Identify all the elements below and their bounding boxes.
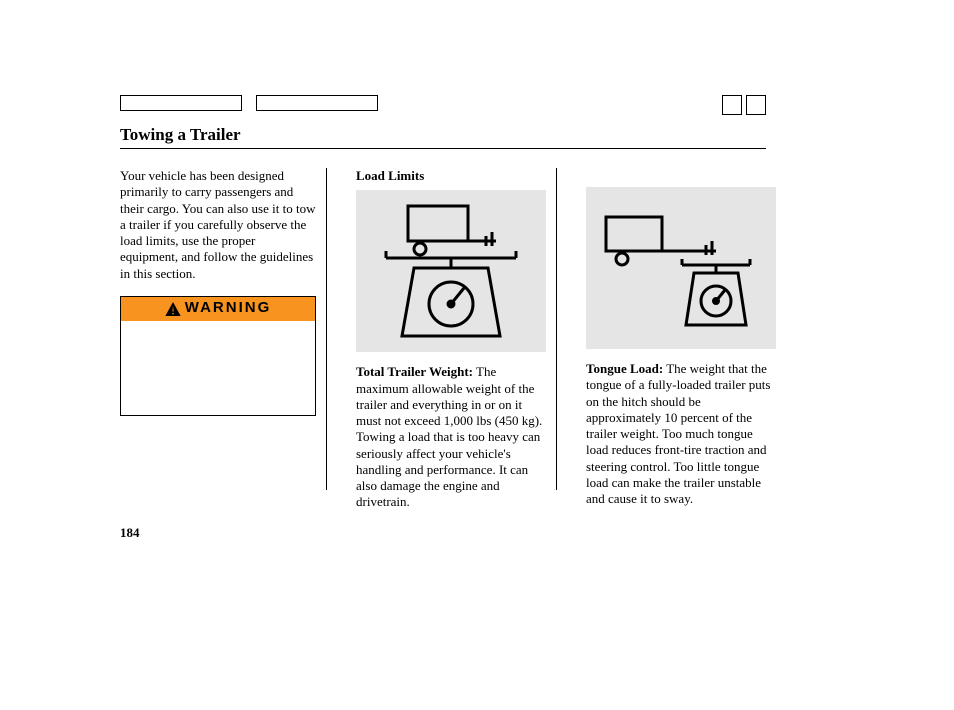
tongue-load-figure	[586, 187, 776, 349]
scale-tongue-icon	[586, 193, 776, 343]
column-1: Your vehicle has been designed primarily…	[120, 168, 316, 511]
intro-paragraph: Your vehicle has been designed primarily…	[120, 168, 316, 282]
placeholder-box	[120, 95, 242, 111]
title-rule	[120, 148, 766, 149]
total-trailer-weight-label: Total Trailer Weight:	[356, 364, 473, 379]
top-placeholder-boxes	[120, 95, 378, 111]
total-trailer-weight-text: The maximum allowable weight of the trai…	[356, 364, 542, 509]
page-title: Towing a Trailer	[120, 125, 770, 145]
tongue-load-label: Tongue Load:	[586, 361, 663, 376]
section-heading-load-limits: Load Limits	[356, 168, 546, 184]
column-divider	[556, 168, 557, 490]
warning-label: WARNING	[185, 299, 272, 318]
total-trailer-weight-figure	[356, 190, 546, 352]
placeholder-square	[746, 95, 766, 115]
warning-header: WARNING	[121, 297, 315, 321]
manual-page: Towing a Trailer Your vehicle has been d…	[0, 0, 954, 710]
column-divider	[326, 168, 327, 490]
spacer	[586, 168, 776, 187]
tongue-load-text: The weight that the tongue of a fully-lo…	[586, 361, 770, 506]
page-number: 184	[120, 525, 140, 541]
warning-box: WARNING	[120, 296, 316, 416]
scale-with-trailer-icon	[356, 196, 546, 346]
total-trailer-weight-paragraph: Total Trailer Weight: The maximum allowa…	[356, 364, 546, 510]
top-right-boxes	[722, 95, 766, 115]
placeholder-box	[256, 95, 378, 111]
placeholder-square	[722, 95, 742, 115]
column-3: Tongue Load: The weight that the tongue …	[586, 168, 776, 511]
warning-triangle-icon	[165, 302, 181, 316]
warning-body	[121, 321, 315, 415]
column-2: Load Limits	[356, 168, 546, 511]
content-columns: Your vehicle has been designed primarily…	[120, 168, 766, 511]
tongue-load-paragraph: Tongue Load: The weight that the tongue …	[586, 361, 776, 507]
